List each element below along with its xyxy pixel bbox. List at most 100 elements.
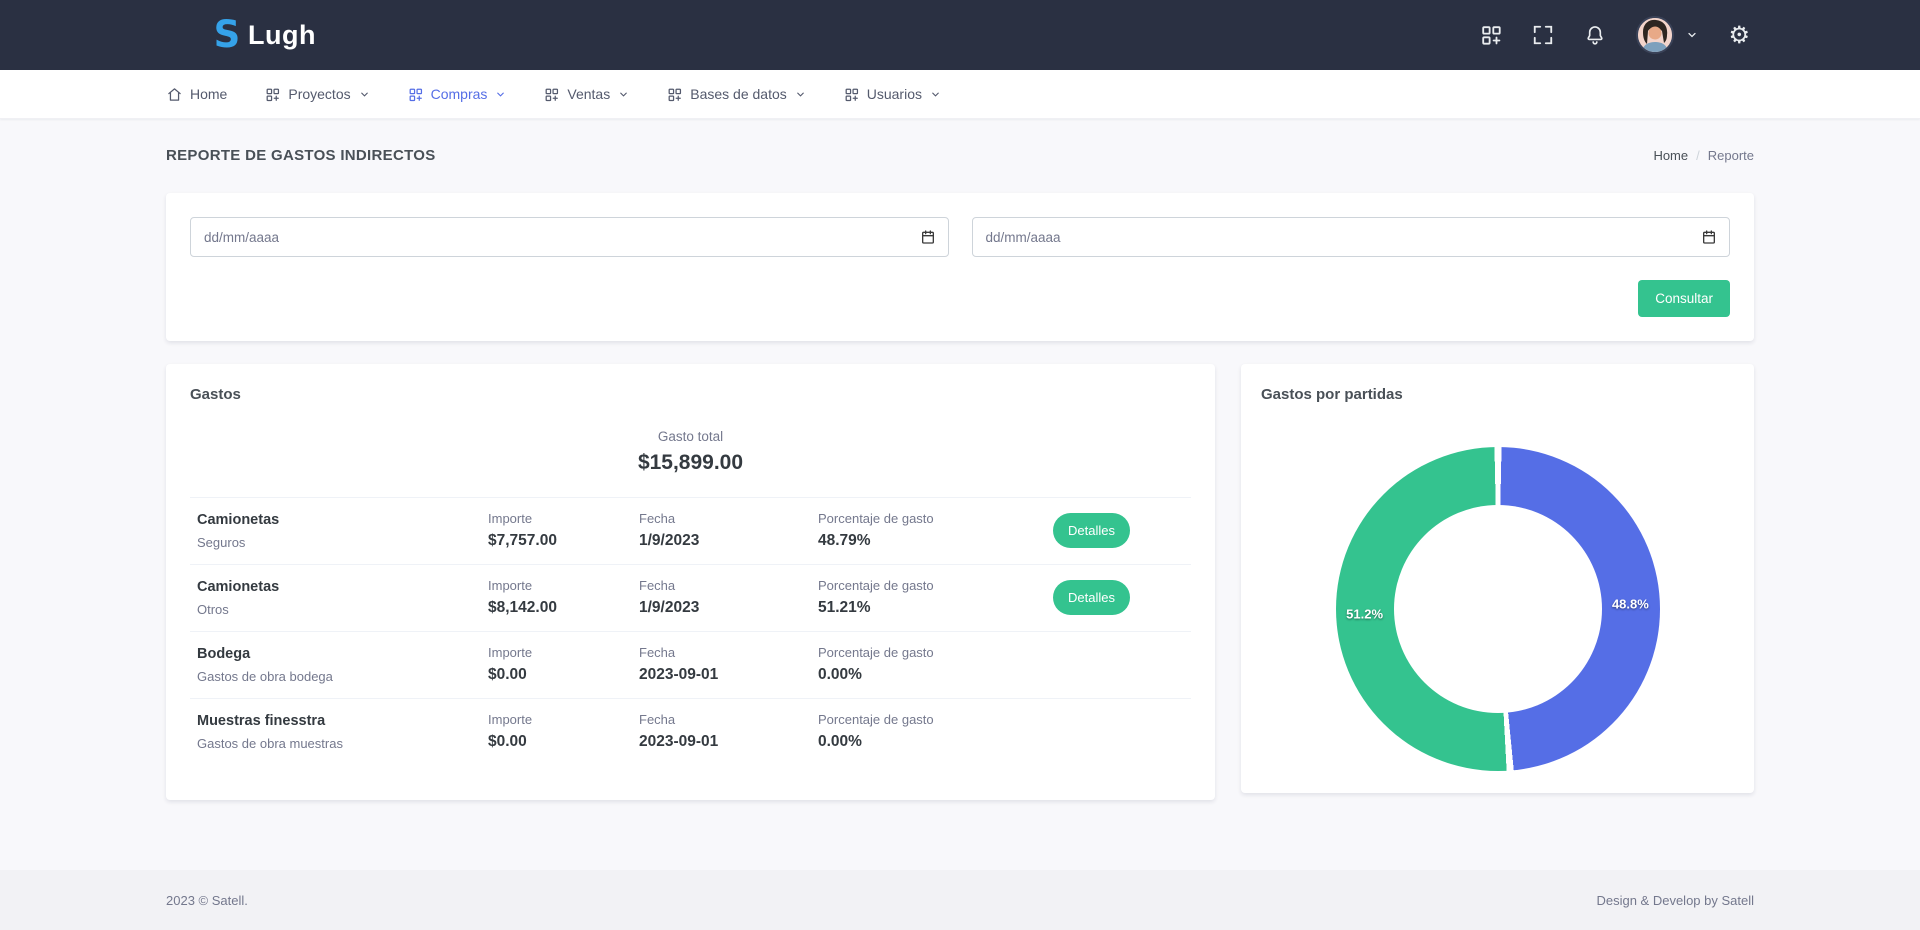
nav-item-usuarios[interactable]: Usuarios xyxy=(844,86,941,102)
pct-value: 51.21% xyxy=(818,599,1053,617)
importe-label: Importe xyxy=(488,645,639,660)
pct-label: Porcentaje de gasto xyxy=(818,712,1053,727)
expense-row: Muestras finesstra Gastos de obra muestr… xyxy=(190,699,1191,765)
pct-label: Porcentaje de gasto xyxy=(818,578,1053,593)
fecha-label: Fecha xyxy=(639,511,818,526)
fecha-cell: Fecha 1/9/2023 xyxy=(639,578,818,617)
grid-icon xyxy=(544,87,559,102)
expense-subtitle: Otros xyxy=(197,602,488,617)
logo-text: Lugh xyxy=(248,20,316,51)
expense-subtitle: Gastos de obra muestras xyxy=(197,736,488,751)
donut-chart[interactable]: 48.8%51.2% xyxy=(1336,447,1660,771)
consultar-button[interactable]: Consultar xyxy=(1638,280,1730,317)
chevron-down-icon xyxy=(495,89,506,100)
cards-row: Gastos Gasto total $15,899.00 Camionetas… xyxy=(166,364,1754,800)
nav-item-bases-de-datos[interactable]: Bases de datos xyxy=(667,86,806,102)
donut-wrap: 48.8%51.2% xyxy=(1261,447,1734,771)
date-to-input[interactable] xyxy=(972,217,1731,257)
breadcrumb-home-link[interactable]: Home xyxy=(1653,148,1688,163)
detalles-button[interactable]: Detalles xyxy=(1053,580,1130,615)
nav-item-ventas[interactable]: Ventas xyxy=(544,86,629,102)
importe-cell: Importe $8,142.00 xyxy=(488,578,639,617)
main-nav: Home Proyectos Compras Ventas Bases de d… xyxy=(0,70,1920,119)
expense-name: Bodega xyxy=(197,646,488,662)
fullscreen-icon[interactable] xyxy=(1532,24,1554,46)
importe-value: $8,142.00 xyxy=(488,599,639,617)
nav-item-proyectos[interactable]: Proyectos xyxy=(265,86,369,102)
importe-label: Importe xyxy=(488,511,639,526)
pct-label: Porcentaje de gasto xyxy=(818,511,1053,526)
home-icon xyxy=(167,87,182,102)
breadcrumb-current: Reporte xyxy=(1708,148,1754,163)
pct-cell: Porcentaje de gasto 48.79% xyxy=(818,511,1053,550)
expense-name-cell: Camionetas Otros xyxy=(197,579,488,617)
grid-icon xyxy=(408,87,423,102)
pct-value: 48.79% xyxy=(818,532,1053,550)
nav-item-compras[interactable]: Compras xyxy=(408,86,507,102)
breadcrumb-separator: / xyxy=(1696,148,1700,163)
expense-row: Bodega Gastos de obra bodega Importe $0.… xyxy=(190,632,1191,699)
nav-label: Ventas xyxy=(567,86,610,102)
pct-cell: Porcentaje de gasto 51.21% xyxy=(818,578,1053,617)
importe-cell: Importe $7,757.00 xyxy=(488,511,639,550)
filter-card: Consultar xyxy=(166,193,1754,341)
nav-label: Home xyxy=(190,86,227,102)
expense-name: Camionetas xyxy=(197,579,488,595)
chevron-down-icon xyxy=(618,89,629,100)
fecha-label: Fecha xyxy=(639,645,818,660)
fecha-cell: Fecha 2023-09-01 xyxy=(639,712,818,751)
user-menu[interactable] xyxy=(1636,16,1698,54)
footer-copyright: 2023 © Satell. xyxy=(166,893,248,908)
bell-icon[interactable] xyxy=(1584,24,1606,46)
grid-icon xyxy=(667,87,682,102)
avatar-chevron-down-icon xyxy=(1686,29,1698,41)
date-from-input[interactable] xyxy=(190,217,949,257)
total-label: Gasto total xyxy=(190,429,1191,444)
expenses-card-title: Gastos xyxy=(190,386,1191,403)
expense-name-cell: Camionetas Seguros xyxy=(197,512,488,550)
nav-label: Bases de datos xyxy=(690,86,787,102)
grid-icon xyxy=(265,87,280,102)
expense-row: Camionetas Otros Importe $8,142.00 Fecha… xyxy=(190,565,1191,632)
importe-value: $7,757.00 xyxy=(488,532,639,550)
importe-value: $0.00 xyxy=(488,666,639,684)
fecha-value: 2023-09-01 xyxy=(639,733,818,751)
avatar[interactable] xyxy=(1636,16,1674,54)
fecha-value: 2023-09-01 xyxy=(639,666,818,684)
chart-card: Gastos por partidas 48.8%51.2% xyxy=(1241,364,1754,793)
nav-item-home[interactable]: Home xyxy=(167,86,227,102)
footer-credit: Design & Develop by Satell xyxy=(1596,893,1754,908)
breadcrumb: Home / Reporte xyxy=(1653,148,1754,163)
nav-label: Proyectos xyxy=(288,86,350,102)
pct-cell: Porcentaje de gasto 0.00% xyxy=(818,712,1053,751)
expense-name: Muestras finesstra xyxy=(197,713,488,729)
fecha-cell: Fecha 2023-09-01 xyxy=(639,645,818,684)
total-value: $15,899.00 xyxy=(190,451,1191,475)
chevron-down-icon xyxy=(359,89,370,100)
chart-card-title: Gastos por partidas xyxy=(1261,386,1734,403)
date-to-field xyxy=(972,217,1731,257)
fecha-label: Fecha xyxy=(639,712,818,727)
donut-slice-label: 48.8% xyxy=(1612,596,1649,611)
grid-icon xyxy=(844,87,859,102)
detalles-button[interactable]: Detalles xyxy=(1053,513,1130,548)
fecha-value: 1/9/2023 xyxy=(639,599,818,617)
logo[interactable]: S Lugh xyxy=(213,18,316,52)
importe-label: Importe xyxy=(488,712,639,727)
pct-value: 0.00% xyxy=(818,666,1053,684)
expense-table: Camionetas Seguros Importe $7,757.00 Fec… xyxy=(190,497,1191,765)
date-from-field xyxy=(190,217,949,257)
logo-s-icon: S xyxy=(213,18,241,52)
nav-label: Compras xyxy=(431,86,488,102)
importe-value: $0.00 xyxy=(488,733,639,751)
apps-grid-icon[interactable] xyxy=(1480,24,1502,46)
importe-cell: Importe $0.00 xyxy=(488,712,639,751)
pct-label: Porcentaje de gasto xyxy=(818,645,1053,660)
nav-label: Usuarios xyxy=(867,86,922,102)
expense-name-cell: Bodega Gastos de obra bodega xyxy=(197,646,488,684)
settings-gear-icon[interactable]: ⚙ xyxy=(1728,23,1750,47)
page-content: REPORTE DE GASTOS INDIRECTOS Home / Repo… xyxy=(0,119,1920,870)
importe-cell: Importe $0.00 xyxy=(488,645,639,684)
fecha-value: 1/9/2023 xyxy=(639,532,818,550)
expense-subtitle: Gastos de obra bodega xyxy=(197,669,488,684)
